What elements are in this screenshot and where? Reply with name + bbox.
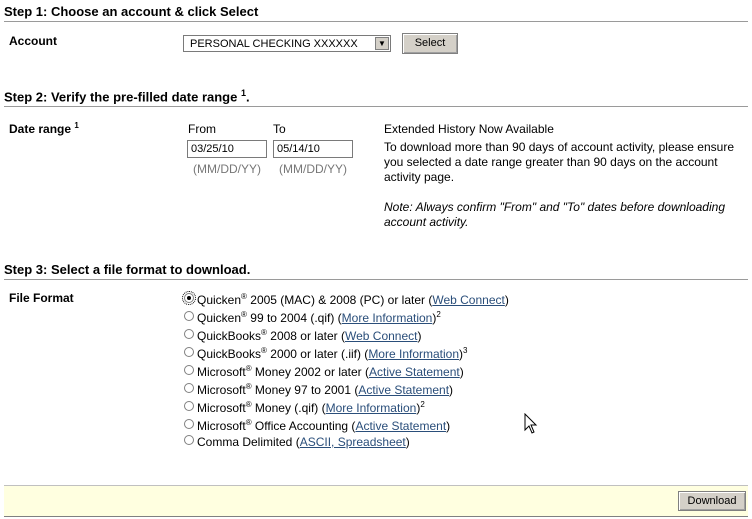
from-date-format-hint: (MM/DD/YY) (193, 162, 261, 176)
date-range-footnote: 1 (74, 121, 79, 130)
option-description: Money (.qif) ( (251, 401, 326, 415)
option-product: Microsoft (197, 383, 246, 397)
radio-icon[interactable] (184, 400, 194, 411)
option-info-link[interactable]: Web Connect (432, 293, 505, 307)
account-select-value: PERSONAL CHECKING XXXXXX (190, 38, 358, 50)
date-range-label: Date range 1 (9, 121, 79, 136)
radio-icon[interactable] (184, 382, 194, 393)
option-close-paren: ) (446, 419, 451, 433)
radio-checked-icon[interactable] (182, 290, 196, 305)
file-format-option[interactable]: Microsoft® Money (.qif) (More Informatio… (184, 400, 425, 416)
radio-icon[interactable] (184, 434, 194, 445)
download-button[interactable]: Download (678, 491, 746, 511)
radio-icon[interactable] (184, 346, 194, 357)
option-description: 2000 or later (.iif) ( (266, 347, 369, 361)
option-close-paren: ) (459, 365, 464, 379)
select-button[interactable]: Select (402, 33, 458, 54)
extended-history-title: Extended History Now Available (384, 122, 554, 136)
file-format-option[interactable]: Quicken® 2005 (MAC) & 2008 (PC) or later… (182, 290, 509, 308)
option-footnote: 2 (420, 400, 425, 409)
option-info-link[interactable]: Web Connect (345, 329, 418, 343)
from-label: From (188, 122, 216, 136)
step2-heading: Step 2: Verify the pre-filled date range… (4, 88, 748, 108)
file-format-option[interactable]: Quicken® 99 to 2004 (.qif) (More Informa… (184, 310, 441, 326)
step3-heading: Step 3: Select a file format to download… (4, 262, 748, 280)
option-info-link[interactable]: Active Statement (355, 419, 446, 433)
option-info-link[interactable]: More Information (326, 401, 417, 415)
file-format-option[interactable]: QuickBooks® 2000 or later (.iif) (More I… (184, 346, 467, 362)
option-description: 2005 (MAC) & 2008 (PC) or later ( (246, 293, 433, 307)
option-product: Microsoft (197, 419, 246, 433)
step2-heading-end: . (245, 89, 250, 105)
file-format-option[interactable]: Microsoft® Money 2002 or later (Active S… (184, 364, 464, 380)
to-date-input[interactable]: 05/14/10 (273, 140, 353, 158)
option-description: Money 2002 or later ( (251, 365, 369, 379)
file-format-label: File Format (9, 291, 74, 305)
option-description: ( (292, 435, 300, 449)
option-description: Office Accounting ( (251, 419, 356, 433)
option-description: 99 to 2004 (.qif) ( (246, 311, 342, 325)
file-format-option[interactable]: QuickBooks® 2008 or later (Web Connect) (184, 328, 421, 344)
radio-icon[interactable] (184, 310, 194, 321)
file-format-option[interactable]: Microsoft® Office Accounting (Active Sta… (184, 418, 450, 434)
option-footnote: 3 (463, 346, 468, 355)
option-description: Money 97 to 2001 ( (251, 383, 359, 397)
option-info-link[interactable]: Active Statement (358, 383, 449, 397)
step2-heading-text: Step 2: Verify the pre-filled date range (4, 89, 238, 105)
option-product: Quicken (197, 311, 242, 325)
option-product: QuickBooks (197, 329, 262, 343)
option-product: Microsoft (197, 401, 246, 415)
extended-history-body: To download more than 90 days of account… (384, 140, 734, 184)
radio-icon[interactable] (184, 364, 194, 375)
option-close-paren: ) (405, 435, 410, 449)
to-label: To (273, 122, 286, 136)
radio-icon[interactable] (184, 418, 194, 429)
option-close-paren: ) (504, 293, 509, 307)
option-product: Quicken (197, 293, 242, 307)
account-select[interactable]: PERSONAL CHECKING XXXXXX ▼ (183, 35, 391, 52)
file-format-option[interactable]: Microsoft® Money 97 to 2001 (Active Stat… (184, 382, 453, 398)
option-product: Microsoft (197, 365, 246, 379)
to-date-format-hint: (MM/DD/YY) (279, 162, 347, 176)
radio-icon[interactable] (184, 328, 194, 339)
option-info-link[interactable]: More Information (342, 311, 433, 325)
account-label: Account (9, 34, 57, 48)
date-range-label-text: Date range (9, 122, 72, 136)
option-product: QuickBooks (197, 347, 262, 361)
option-product: Comma Delimited (197, 435, 293, 449)
from-date-input[interactable]: 03/25/10 (187, 140, 267, 158)
option-info-link[interactable]: More Information (368, 347, 459, 361)
option-info-link[interactable]: ASCII, Spreadsheet (300, 435, 406, 449)
option-footnote: 2 (436, 310, 441, 319)
date-confirm-note: Note: Always confirm "From" and "To" dat… (384, 200, 725, 229)
chevron-down-icon[interactable]: ▼ (375, 37, 389, 50)
step1-heading: Step 1: Choose an account & click Select (4, 4, 748, 22)
footer-bar (4, 485, 748, 517)
option-close-paren: ) (449, 383, 454, 397)
option-close-paren: ) (417, 329, 422, 343)
file-format-option[interactable]: Comma Delimited (ASCII, Spreadsheet) (184, 434, 410, 451)
option-info-link[interactable]: Active Statement (369, 365, 460, 379)
option-description: 2008 or later ( (266, 329, 345, 343)
mouse-pointer-icon (524, 413, 538, 434)
